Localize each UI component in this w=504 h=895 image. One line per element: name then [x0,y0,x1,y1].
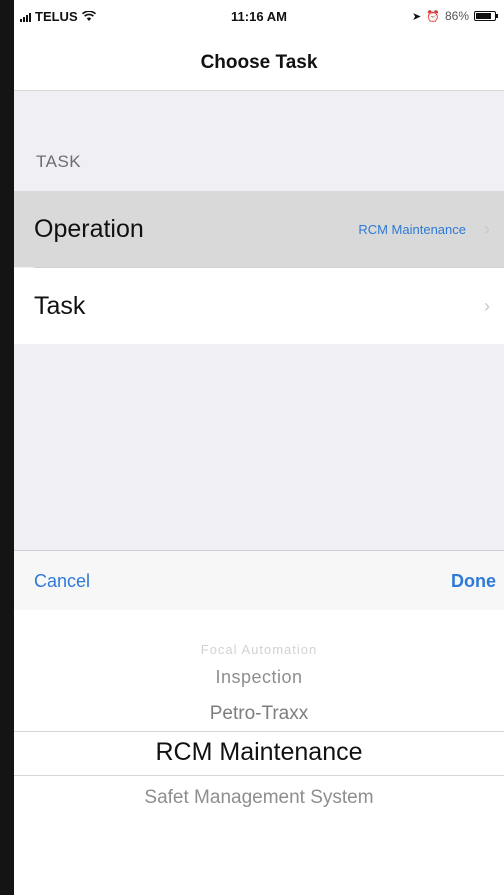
row-operation-value: RCM Maintenance [358,221,466,237]
picker-option-selected[interactable]: RCM Maintenance [14,738,504,767]
chevron-right-icon: › [484,295,490,316]
picker-selection-line [14,775,504,776]
screen: TELUS 11:16 AM ➤ ⏰ 86% Choose Task TASK … [14,0,504,895]
battery-percent: 86% [444,9,469,23]
option-picker[interactable]: Focal Automation Inspection Petro-Traxx … [14,610,504,895]
cancel-button[interactable]: Cancel [34,571,90,592]
location-icon: ➤ [412,10,422,23]
battery-icon [474,11,498,21]
picker-option[interactable]: Inspection [14,667,504,688]
section-header-task: TASK [36,152,82,171]
row-task[interactable]: Task › [14,268,504,344]
alarm-icon: ⏰ [426,10,440,23]
picker-option[interactable]: Petro-Traxx [14,703,504,725]
picker-option[interactable]: Focal Automation [14,642,504,657]
status-right: ➤ ⏰ 86% [412,9,498,23]
picker-selection-line [14,731,504,732]
done-button[interactable]: Done [451,571,496,592]
row-operation-label: Operation [34,214,144,243]
picker-toolbar: Cancel Done [14,550,504,611]
chevron-right-icon: › [484,218,490,239]
row-operation[interactable]: Operation RCM Maintenance › [14,191,504,267]
page-title: Choose Task [200,52,318,73]
nav-bar: Choose Task [14,34,504,91]
status-bar: TELUS 11:16 AM ➤ ⏰ 86% [14,0,504,34]
picker-option[interactable]: Safet Management System [14,787,504,809]
row-task-label: Task [34,291,86,320]
